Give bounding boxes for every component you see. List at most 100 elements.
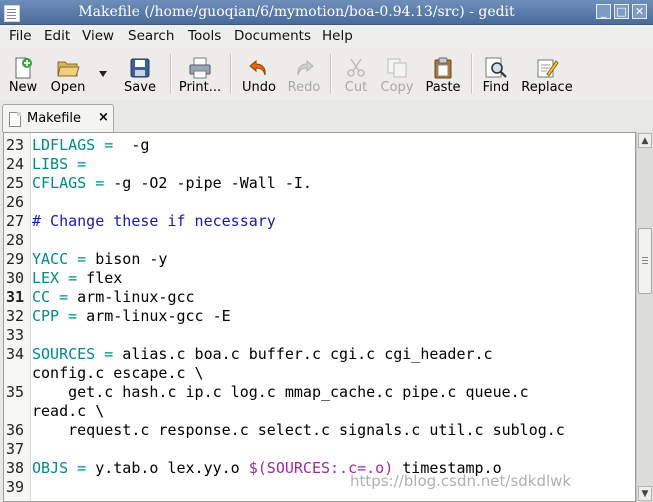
code-token: y.tab.o lex.yy.o [86,459,249,477]
folder-open-icon [57,61,80,77]
new-document-icon [15,57,32,79]
code-line[interactable]: 23 LDFLAGS = -g [4,136,635,155]
line-number: 38 [6,459,25,477]
new-button[interactable]: New [4,48,42,100]
paste-button[interactable]: Paste [421,48,465,100]
line-text: CC = arm-linux-gcc [32,288,195,307]
find-button[interactable]: Find [477,48,515,100]
line-number: 35 [6,383,25,401]
menu-edit[interactable]: Edit [44,28,70,44]
scroll-down-icon[interactable]: ▼ [638,486,652,501]
code-line[interactable]: 29 YACC = bison -y [4,250,635,269]
toolbar-separator [330,54,332,94]
code-token: arm-linux-gcc -E [77,307,231,325]
code-token: config.c escape.c \ [32,364,204,382]
code-line[interactable]: 28 [4,231,635,250]
code-token: LEX = [32,269,78,287]
find-magnifier-icon [485,57,507,78]
code-token: flex [77,269,123,287]
code-token: YACC = [32,250,87,268]
line-number: 28 [6,231,25,249]
open-button[interactable]: Open [46,48,90,100]
line-number: 36 [6,421,25,439]
menu-view[interactable]: View [82,28,114,44]
line-number: 31 [6,288,25,306]
line-number: 39 [6,478,25,496]
text-editor[interactable]: 23 LDFLAGS = -g 24 LIBS = 25 CFLAGS = -g -O2 … [3,132,636,502]
line-number: 30 [6,269,25,287]
code-line[interactable]: 33 [4,326,635,345]
redo-button[interactable]: Redo [284,48,324,100]
code-token: OBJS = [32,459,87,477]
cut-label: Cut [344,80,368,95]
code-line[interactable]: 30 LEX = flex [4,269,635,288]
scroll-up-icon[interactable]: ▲ [638,133,652,148]
code-token: CFLAGS = [32,174,105,192]
line-text: read.c \ [32,402,104,421]
print-button[interactable]: Print... [176,48,224,100]
code-token: LDFLAGS = [32,136,114,154]
print-label: Print... [178,80,222,95]
new-label: New [8,80,38,95]
menu-tools[interactable]: Tools [188,28,221,44]
toolbar-separator [471,54,473,94]
code-line[interactable]: 34 SOURCES = alias.c boa.c buffer.c cgi.c… [4,345,635,364]
title-bar: Makefile (/home/guoqian/6/mymotion/boa-0… [0,0,653,25]
code-token: -g -O2 -pipe -Wall -I. [104,174,312,192]
maximize-button[interactable]: □ [614,4,629,19]
code-line[interactable]: 24 LIBS = [4,155,635,174]
code-token: LIBS = [32,155,87,173]
replace-icon [537,59,559,78]
save-button[interactable]: Save [118,48,162,100]
code-line[interactable]: 32 CPP = arm-linux-gcc -E [4,307,635,326]
close-tab-icon[interactable]: × [98,110,109,125]
close-window-button[interactable]: ✕ [632,4,647,19]
toolbar-separator [170,54,172,94]
vertical-scrollbar[interactable]: ▲ ▼ [636,132,653,502]
redo-label: Redo [287,80,321,95]
menu-help[interactable]: Help [322,28,353,44]
paste-label: Paste [425,80,461,95]
line-number: 37 [6,440,25,458]
code-token: bison -y [86,250,168,268]
tab-makefile[interactable]: Makefile × [2,104,114,132]
code-token: -g [113,136,150,154]
code-token: CC = [32,288,69,306]
code-line[interactable]: config.c escape.c \ [4,364,635,383]
paste-clipboard-icon [434,57,452,79]
menu-file[interactable]: File [9,28,32,44]
copy-icon [387,58,407,78]
replace-label: Replace [521,80,573,95]
undo-button[interactable]: Undo [238,48,280,100]
line-number: 29 [6,250,25,268]
code-line[interactable]: 26 [4,193,635,212]
line-number: 26 [6,193,25,211]
find-label: Find [482,80,510,95]
line-text: LDFLAGS = -g [32,136,149,155]
menu-documents[interactable]: Documents [234,28,311,44]
code-line[interactable]: 25 CFLAGS = -g -O2 -pipe -Wall -I. [4,174,635,193]
code-line[interactable]: 35 get.c hash.c ip.c log.c mmap_cache.c … [4,383,635,402]
code-line[interactable]: 37 [4,440,635,459]
menu-search[interactable]: Search [128,28,174,44]
code-line[interactable]: 31 CC = arm-linux-gcc [4,288,635,307]
line-text: get.c hash.c ip.c log.c mmap_cache.c pip… [32,383,529,402]
code-token: SOURCES = [32,345,114,363]
minimize-button[interactable]: _ [596,4,611,19]
code-token: CPP = [32,307,78,325]
line-text: LEX = flex [32,269,122,288]
save-floppy-icon [130,58,150,78]
code-token: read.c \ [32,402,105,420]
save-label: Save [124,80,156,95]
code-line[interactable]: 36 request.c response.c select.c signals… [4,421,635,440]
scrollbar-thumb[interactable] [638,228,652,294]
copy-button[interactable]: Copy [377,48,417,100]
line-text: config.c escape.c \ [32,364,204,383]
code-line[interactable]: 27 # Change these if necessary [4,212,635,231]
code-line[interactable]: read.c \ [4,402,635,421]
window-title: Makefile (/home/guoqian/6/mymotion/boa-0… [78,4,515,20]
replace-button[interactable]: Replace [518,48,576,100]
open-label: Open [50,80,86,95]
open-recent-chevron-down-icon[interactable] [98,70,108,78]
cut-button[interactable]: Cut [338,48,374,100]
